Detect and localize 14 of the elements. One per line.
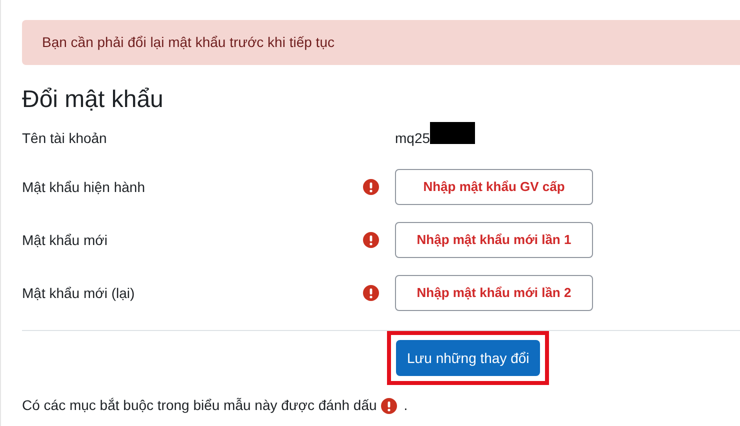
footer-text: Có các mục bắt buộc trong biểu mẫu này được đánh dấu xyxy=(22,396,377,415)
page-heading: Đổi mật khẩu xyxy=(22,85,164,115)
username-value: mq25 xyxy=(395,128,430,148)
password-field[interactable]: Nhập mật khẩu GV cấp xyxy=(395,169,593,205)
alert-text: Bạn cần phải đổi lại mật khẩu trước khi tiếp tục xyxy=(42,33,334,52)
save-button[interactable]: Lưu những thay đổi xyxy=(396,340,540,376)
field-label: Mật khẩu mới (lại) xyxy=(22,284,136,303)
field-label: Mật khẩu hiện hành xyxy=(22,178,146,196)
footer-period: . xyxy=(404,396,408,415)
required-icon xyxy=(380,398,397,414)
password-field[interactable]: Nhập mật khẩu mới lần 1 xyxy=(395,222,593,258)
field-label: Mật khẩu mới xyxy=(22,230,108,250)
field-label: Tên tài khoản xyxy=(22,128,108,148)
password-field[interactable]: Nhập mật khẩu mới lần 2 xyxy=(395,275,593,311)
